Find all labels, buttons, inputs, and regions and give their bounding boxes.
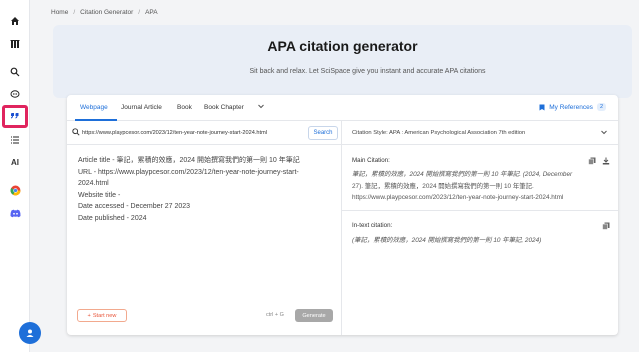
source-details: Article title - 筆記，累積的效應，2024 開始撰寫我們的第一則… [78, 155, 333, 224]
chat-icon[interactable] [7, 86, 23, 102]
search-row: Search [67, 121, 342, 145]
copy-icon[interactable] [602, 222, 610, 230]
citation-style-label: Citation Style: APA : American Psycholog… [352, 130, 526, 136]
source-details-pane: Search Article title - 筆記，累積的效應，2024 開始撰… [67, 121, 342, 335]
ai-icon[interactable]: AI [7, 154, 23, 170]
search-button[interactable]: Search [308, 126, 338, 140]
search-icon [72, 128, 80, 136]
url-search-input[interactable] [82, 126, 300, 140]
breadcrumb: Home / Citation Generator / APA [51, 9, 158, 16]
in-text-citation-text: (筆記，累積的效應，2024 開始撰寫我們的第一則 10 年筆記, 2024) [352, 237, 542, 244]
main-citation-label: Main Citation: [352, 157, 390, 164]
start-new-button[interactable]: + Start new [77, 309, 127, 322]
breadcrumb-separator: / [138, 9, 141, 16]
list-icon[interactable] [7, 132, 23, 148]
help-avatar-icon[interactable] [19, 322, 41, 344]
breadcrumb-citation-generator[interactable]: Citation Generator [80, 9, 133, 16]
page-title: APA citation generator [267, 38, 418, 54]
breadcrumb-apa: APA [145, 9, 158, 16]
page-subtitle: Sit back and relax. Let SciSpace give yo… [249, 68, 486, 75]
main-citation-line: 筆記，累積的效應，2024 開始撰寫我們的第一則 10 年筆記. (2024, … [352, 171, 573, 178]
chrome-icon[interactable] [7, 182, 23, 198]
breadcrumb-separator: / [73, 9, 76, 16]
detail-url-continued[interactable]: 2024.html [78, 178, 333, 190]
citation-card: Webpage Journal Article Book Book Chapte… [67, 95, 618, 335]
divider [342, 210, 618, 211]
main-citation-line: 27). 筆記，累積的效應，2024 開始撰寫我們的第一則 10 年筆記. [352, 182, 534, 190]
library-icon[interactable] [7, 36, 23, 52]
in-text-citation-label: In-text citation: [352, 222, 393, 229]
start-new-label: Start new [92, 312, 117, 319]
main-citation-line: https://www.playpcesor.com/2023/12/ten-y… [352, 194, 564, 201]
detail-website-title[interactable]: Website title - [78, 190, 333, 202]
tab-book[interactable]: Book [177, 104, 192, 111]
tab-journal-article[interactable]: Journal Article [121, 104, 162, 111]
generate-button[interactable]: Generate [295, 309, 333, 322]
search-icon[interactable] [7, 64, 23, 80]
my-references-button[interactable]: My References 2 [539, 103, 606, 111]
source-type-tabs: Webpage Journal Article Book Book Chapte… [67, 95, 618, 121]
chevron-down-icon [600, 128, 608, 138]
more-tabs-chevron-down-icon[interactable] [257, 102, 265, 112]
detail-url[interactable]: URL - https://www.playpcesor.com/2023/12… [78, 167, 333, 179]
home-icon[interactable] [7, 13, 23, 29]
detail-date-published[interactable]: Date published - 2024 [78, 213, 333, 225]
sidebar: AI [0, 0, 30, 352]
tab-book-chapter[interactable]: Book Chapter [204, 104, 244, 111]
discord-icon[interactable] [7, 205, 23, 221]
citation-output-pane: Citation Style: APA : American Psycholog… [342, 121, 618, 335]
citation-style-select[interactable]: Citation Style: APA : American Psycholog… [342, 121, 618, 145]
main-citation-text: 筆記，累積的效應，2024 開始撰寫我們的第一則 10 年筆記. (2024, … [352, 169, 610, 204]
tab-webpage[interactable]: Webpage [80, 104, 108, 111]
hero-banner: APA citation generator Sit back and rela… [53, 25, 632, 98]
my-references-count-badge: 2 [596, 103, 606, 111]
breadcrumb-home[interactable]: Home [51, 9, 68, 16]
quote-icon[interactable] [7, 108, 23, 124]
copy-icon[interactable] [588, 157, 596, 165]
plus-icon: + [87, 312, 91, 319]
detail-date-accessed[interactable]: Date accessed - December 27 2023 [78, 201, 333, 213]
detail-article-title[interactable]: Article title - 筆記，累積的效應，2024 開始撰寫我們的第一則… [78, 155, 333, 167]
download-icon[interactable] [602, 157, 610, 165]
bookmark-icon [539, 104, 545, 110]
my-references-label: My References [549, 103, 593, 111]
generate-shortcut-hint: ctrl + G [266, 312, 284, 318]
